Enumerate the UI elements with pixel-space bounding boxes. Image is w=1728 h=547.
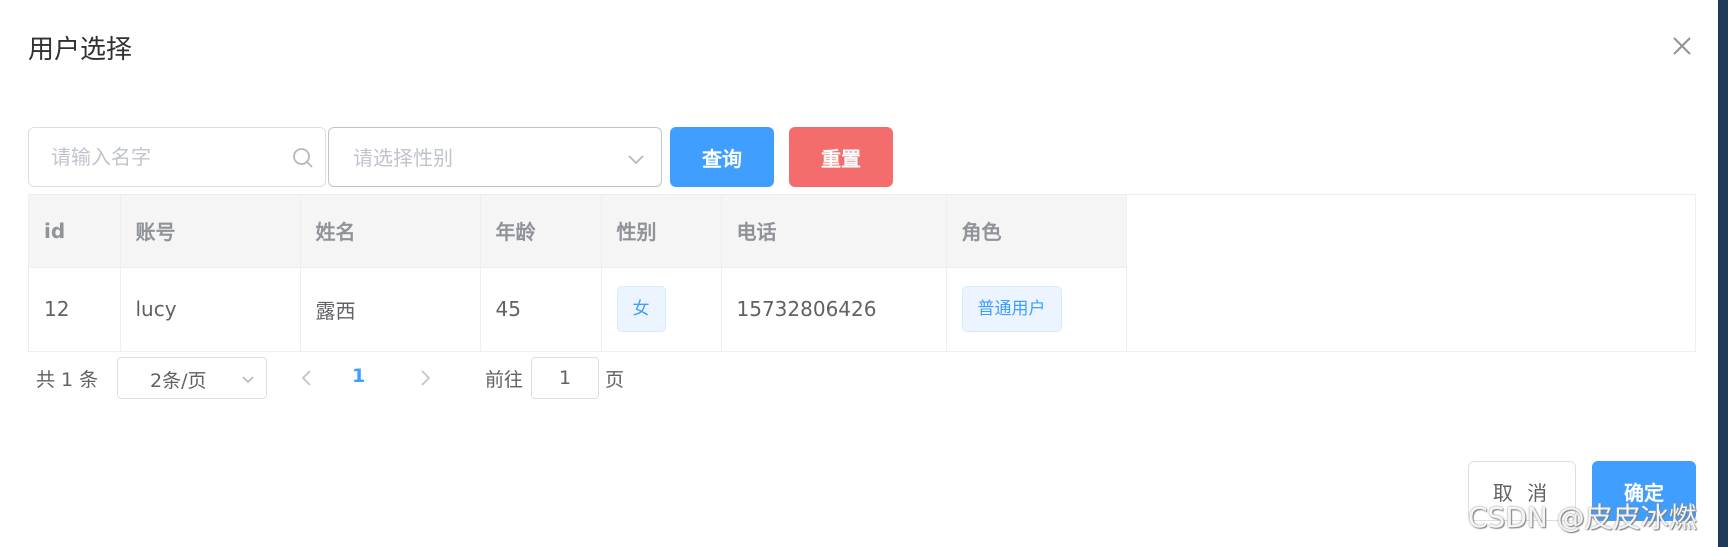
page-size-label: 2条/页: [150, 370, 207, 392]
dialog-title: 用户选择: [28, 35, 133, 65]
user-table: id 账号 姓名 年龄 性别 电话 角色 12 lucy 露西 45 女 157…: [28, 194, 1696, 352]
goto-page-input[interactable]: [531, 357, 599, 399]
cell-role: 普通用户: [946, 267, 1127, 352]
gender-tag: 女: [616, 286, 666, 332]
watermark: CSDN @皮皮冰燃: [1468, 501, 1697, 534]
page-size-select[interactable]: 2条/页: [117, 357, 267, 399]
close-icon: [1673, 37, 1691, 55]
page-number-current[interactable]: 1: [352, 365, 365, 387]
query-button[interactable]: 查询: [670, 127, 774, 187]
chevron-down-icon: [242, 376, 254, 384]
cell-id: 12: [29, 267, 121, 352]
user-select-dialog: 用户选择 请选择性别 查询 重置 id 账号: [0, 0, 1718, 547]
column-header-role: 角色: [946, 195, 1127, 268]
gender-select[interactable]: 请选择性别: [328, 127, 662, 187]
column-header-phone: 电话: [721, 195, 947, 268]
name-search-input[interactable]: [51, 128, 281, 186]
cell-gender: 女: [601, 267, 722, 352]
user-table-grid: id 账号 姓名 年龄 性别 电话 角色 12 lucy 露西 45 女 157…: [29, 195, 1127, 352]
cell-name: 露西: [300, 267, 481, 352]
close-button[interactable]: [1668, 32, 1696, 60]
background-edge: [1718, 0, 1728, 547]
pagination-total: 共 1 条: [36, 369, 99, 391]
column-header-gender: 性别: [601, 195, 722, 268]
column-header-age: 年龄: [480, 195, 602, 268]
cell-phone: 15732806426: [721, 267, 947, 352]
goto-label: 前往: [485, 369, 524, 391]
chevron-left-icon[interactable]: [296, 367, 318, 389]
table-header-row: id 账号 姓名 年龄 性别 电话 角色: [29, 195, 1127, 268]
gender-select-placeholder: 请选择性别: [353, 146, 453, 170]
column-header-id: id: [29, 195, 121, 268]
cell-age: 45: [480, 267, 602, 352]
cell-account: lucy: [120, 267, 301, 352]
name-search-field: [28, 127, 326, 187]
chevron-down-icon: [628, 155, 644, 165]
page-suffix-label: 页: [605, 369, 625, 391]
pagination: 共 1 条 2条/页 1 前往 页: [28, 357, 728, 399]
column-header-account: 账号: [120, 195, 301, 268]
search-icon[interactable]: [291, 146, 315, 170]
column-header-name: 姓名: [300, 195, 481, 268]
chevron-right-icon[interactable]: [414, 367, 436, 389]
role-tag: 普通用户: [961, 286, 1062, 332]
table-row[interactable]: 12 lucy 露西 45 女 15732806426 普通用户: [29, 267, 1127, 352]
reset-button[interactable]: 重置: [789, 127, 893, 187]
